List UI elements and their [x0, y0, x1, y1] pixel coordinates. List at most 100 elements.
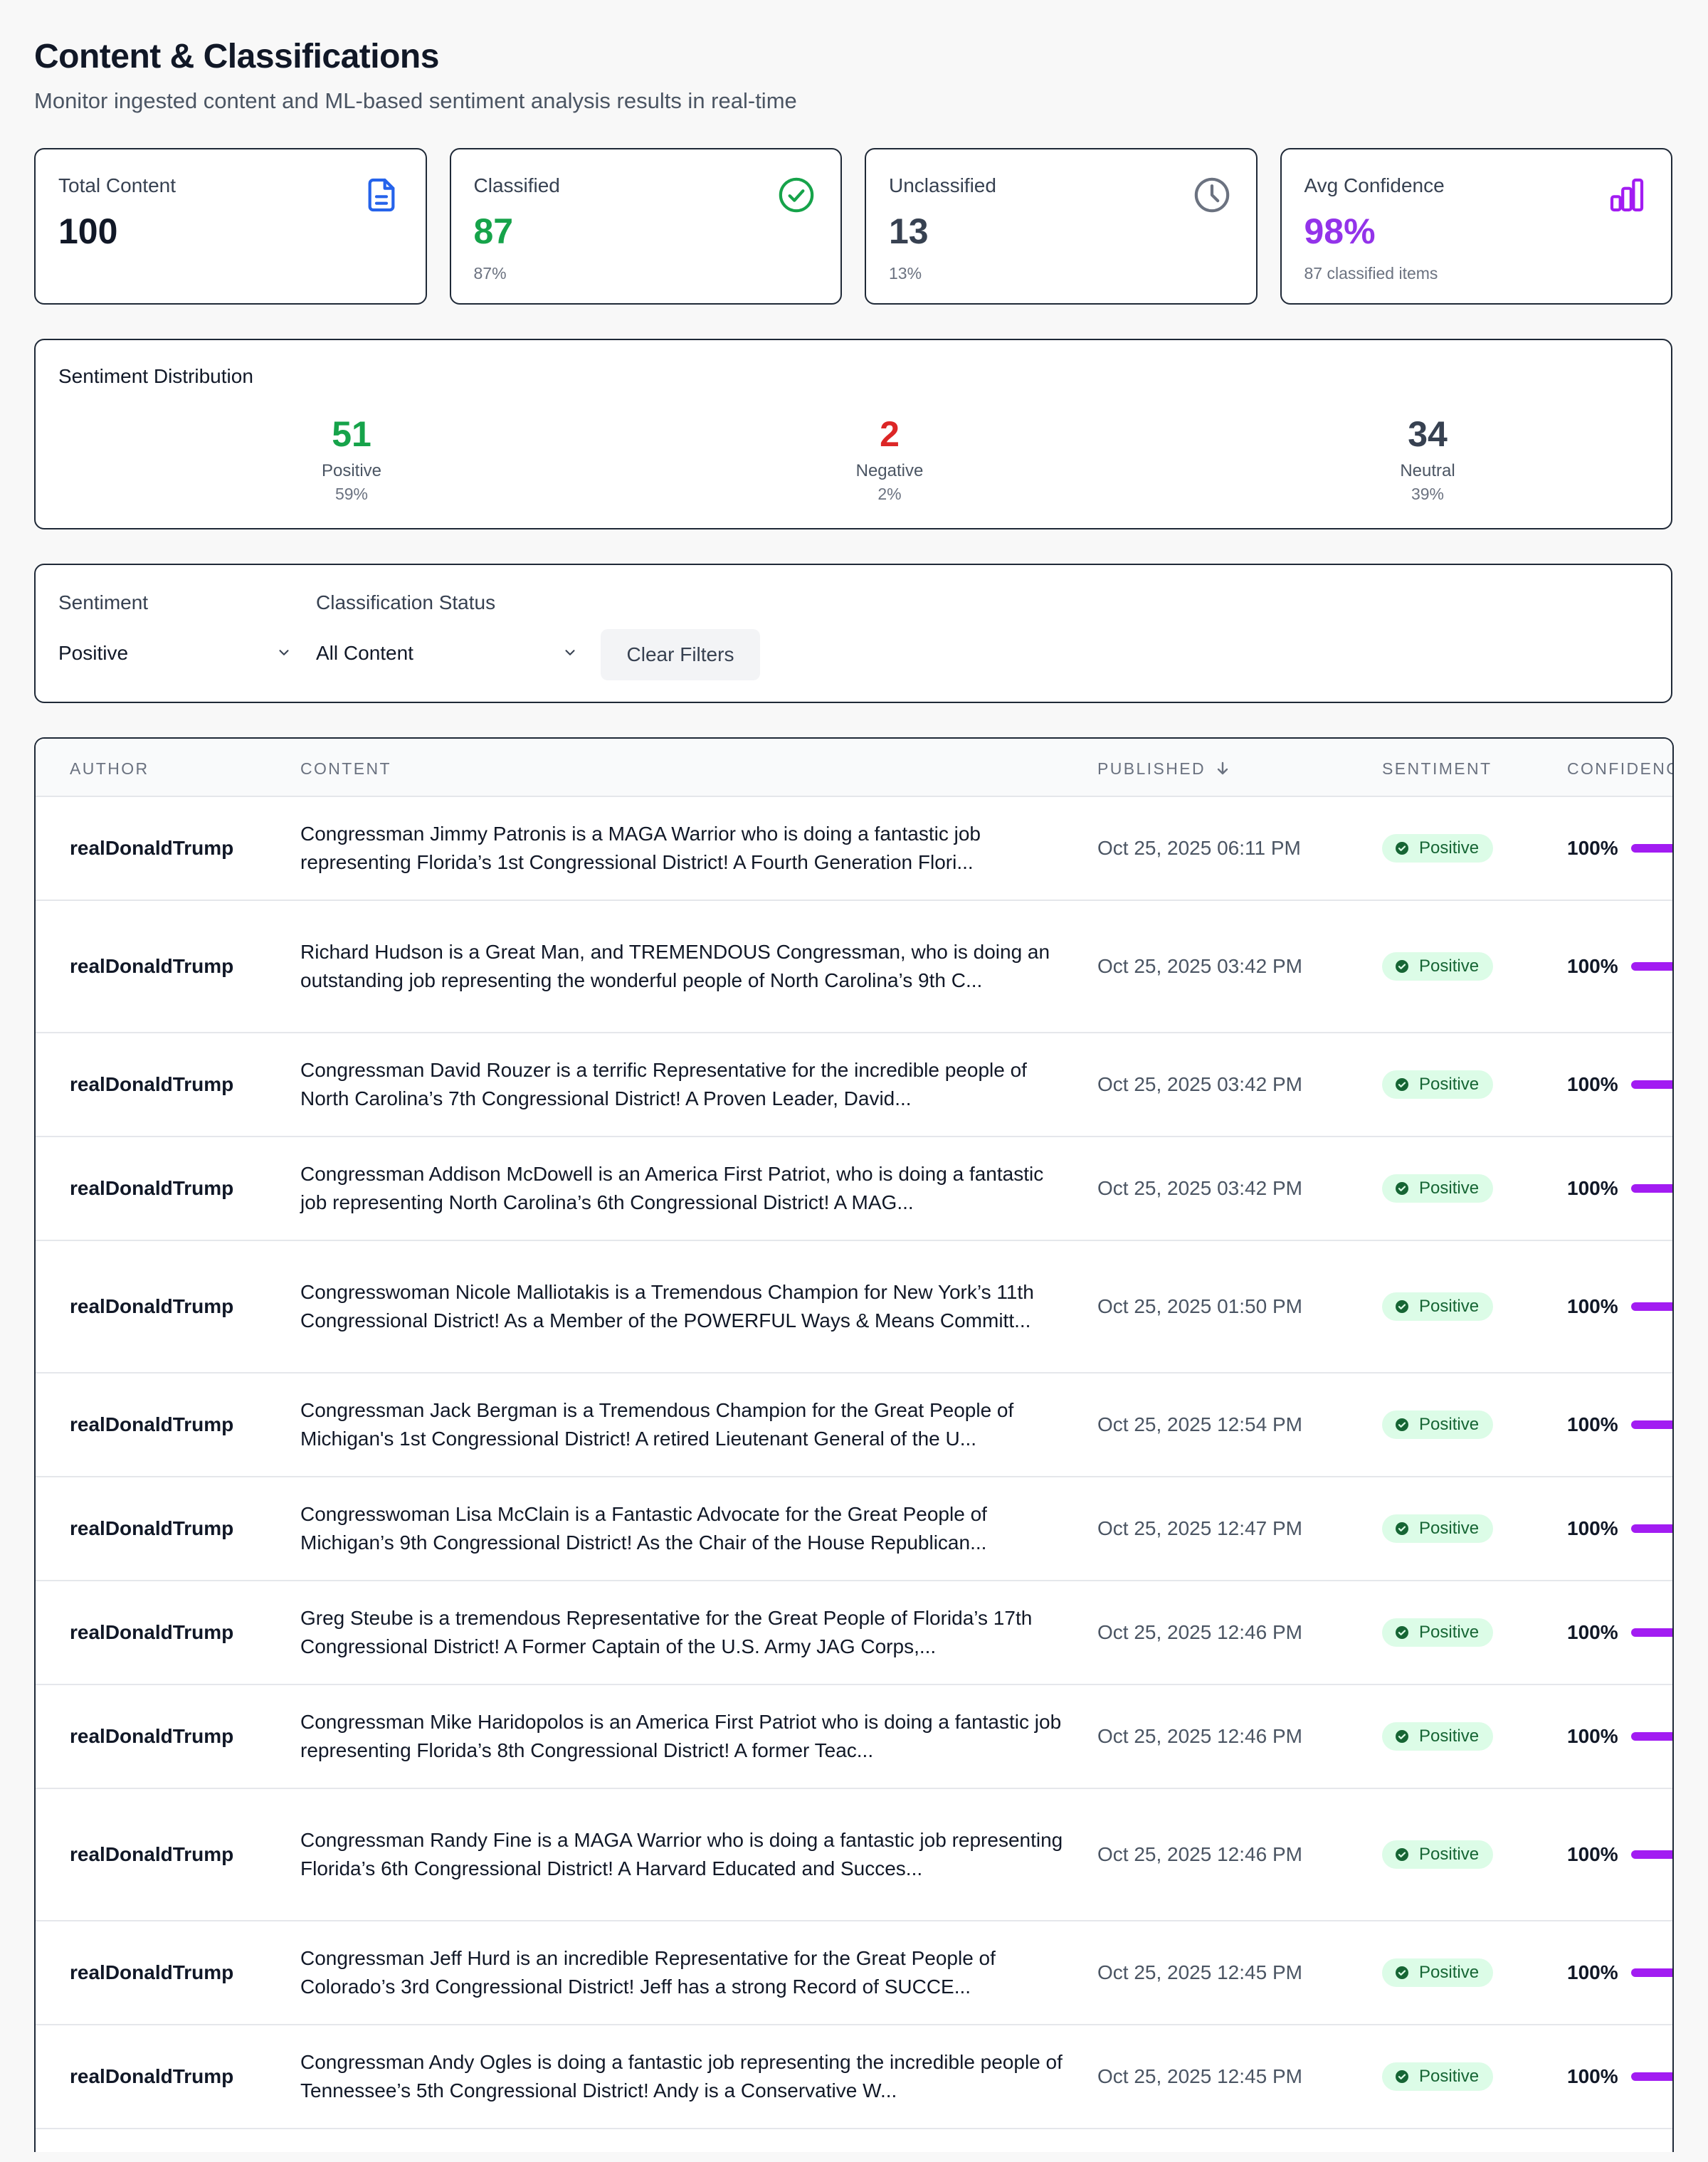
check-circle-icon — [1396, 960, 1408, 973]
sentiment-badge-label: Positive — [1419, 1075, 1480, 1094]
distribution-label: Neutral — [1400, 461, 1455, 480]
row-author: realDonaldTrump — [70, 1725, 234, 1747]
sentiment-badge-label: Positive — [1419, 956, 1480, 976]
chevron-down-icon — [279, 650, 289, 655]
sentiment-badge-label: Positive — [1419, 1297, 1480, 1316]
row-published: Oct 25, 2025 03:42 PM — [1097, 955, 1302, 977]
sentiment-select[interactable]: Positive — [36, 631, 292, 676]
row-content: Richard Hudson is a Great Man, and TREME… — [300, 941, 1050, 991]
column-header-confidence[interactable]: CONFIDENCE — [1567, 759, 1672, 779]
table-row[interactable]: realDonaldTrump Congresswoman Lisa McClai… — [36, 1477, 1672, 1581]
row-published: Oct 25, 2025 12:45 PM — [1097, 2065, 1302, 2087]
sentiment-badge-label: Positive — [1419, 2067, 1480, 2086]
row-published: Oct 25, 2025 12:46 PM — [1097, 1725, 1302, 1747]
stat-value: 87 — [473, 211, 514, 251]
sentiment-badge-label: Positive — [1419, 1845, 1480, 1864]
sentiment-badge: Positive — [1382, 952, 1494, 981]
check-circle-icon — [1396, 1078, 1408, 1091]
row-author: realDonaldTrump — [70, 1295, 234, 1317]
row-author: realDonaldTrump — [70, 1621, 234, 1643]
clock-icon — [1194, 177, 1229, 213]
row-author: realDonaldTrump — [70, 1073, 234, 1095]
distribution-pct: 59% — [334, 485, 369, 503]
clear-filters-button[interactable]: Clear Filters — [601, 629, 760, 680]
confidence-bar — [1631, 1080, 1672, 1089]
row-published: Oct 25, 2025 06:11 PM — [1097, 837, 1301, 859]
check-circle-icon — [1396, 1418, 1408, 1431]
stats-cards: Total Content 100 Classified 87 87% Uncl… — [34, 148, 1672, 305]
sentiment-badge: Positive — [1382, 1722, 1494, 1751]
sentiment-badge: Positive — [1382, 1070, 1494, 1099]
distribution-value: 51 — [332, 414, 371, 454]
classification-status-select[interactable]: All Content — [293, 631, 578, 676]
column-header-published[interactable]: PUBLISHED — [1097, 759, 1231, 779]
row-confidence: 100% — [1567, 1413, 1618, 1435]
column-header-content[interactable]: CONTENT — [300, 759, 391, 779]
table-row[interactable]: realDonaldTrump Congressman Jack Bergman … — [36, 1373, 1672, 1477]
table-row[interactable]: realDonaldTrump Congressman Andy Ogles is… — [36, 2025, 1672, 2129]
check-circle-icon — [1396, 1626, 1408, 1639]
row-author: realDonaldTrump — [70, 1961, 234, 1983]
table-row[interactable]: realDonaldTrump Congressman Randy Fine is… — [36, 1789, 1672, 1921]
stat-value: 100 — [58, 211, 118, 251]
row-content: Congresswoman Nicole Malliotakis is a Tr… — [300, 1281, 1034, 1332]
row-published: Oct 25, 2025 12:47 PM — [1097, 1517, 1302, 1539]
bar-chart-icon — [1610, 178, 1644, 212]
row-content: Congressman Andy Ogles is doing a fantas… — [300, 2051, 1063, 2102]
row-author: realDonaldTrump — [70, 955, 234, 977]
row-published: Oct 25, 2025 03:42 PM — [1097, 1073, 1302, 1095]
table-row[interactable]: realDonaldTrump Congressman Jeff Hurd is … — [36, 1921, 1672, 2025]
check-circle-icon — [1396, 1522, 1408, 1535]
row-confidence: 100% — [1567, 1073, 1618, 1095]
table-row[interactable]: realDonaldTrump Congresswoman Nicole Mall… — [36, 1241, 1672, 1373]
sentiment-badge: Positive — [1382, 1292, 1494, 1321]
column-header-author[interactable]: AUTHOR — [70, 759, 149, 779]
confidence-bar — [1631, 1420, 1672, 1429]
confidence-bar — [1631, 1302, 1672, 1311]
table-row[interactable]: realDonaldTrump Congressman Addison McDow… — [36, 1137, 1672, 1241]
sentiment-badge-label: Positive — [1419, 1963, 1480, 1982]
row-author: realDonaldTrump — [70, 2065, 234, 2087]
confidence-bar — [1631, 962, 1672, 971]
stat-card-total: Total Content 100 — [34, 148, 427, 305]
status-select-value: All Content — [316, 642, 413, 664]
row-confidence: 100% — [1567, 1843, 1618, 1865]
distribution-pct: 2% — [877, 485, 902, 503]
check-circle-icon — [1396, 1848, 1408, 1861]
column-header-sentiment[interactable]: SENTIMENT — [1382, 759, 1492, 779]
table-row[interactable]: realDonaldTrump Congressman Jimmy Patroni… — [36, 797, 1672, 901]
row-confidence: 100% — [1567, 1295, 1618, 1317]
table-header: AUTHOR CONTENT PUBLISHED SENTIMENT CONFI… — [36, 739, 1672, 797]
row-confidence: 100% — [1567, 1725, 1618, 1747]
stat-label: Avg Confidence — [1304, 174, 1445, 196]
sentiment-badge-label: Positive — [1419, 1178, 1480, 1198]
check-circle-icon — [1396, 842, 1408, 855]
sentiment-filter-label: Sentiment — [58, 591, 149, 613]
stat-sub: 13% — [889, 264, 922, 283]
row-author: realDonaldTrump — [70, 837, 234, 859]
row-published: Oct 25, 2025 12:54 PM — [1097, 1413, 1302, 1435]
confidence-bar — [1631, 1628, 1672, 1637]
row-published: Oct 25, 2025 12:46 PM — [1097, 1621, 1302, 1643]
content-table: AUTHOR CONTENT PUBLISHED SENTIMENT CONFI… — [34, 737, 1674, 2152]
row-author: realDonaldTrump — [70, 1177, 234, 1199]
table-row[interactable]: realDonaldTrump Richard Hudson is a Great… — [36, 901, 1672, 1033]
row-published: Oct 25, 2025 12:46 PM — [1097, 1843, 1302, 1865]
sentiment-badge-label: Positive — [1419, 1726, 1480, 1746]
row-confidence: 100% — [1567, 837, 1618, 859]
check-circle-icon — [779, 177, 814, 213]
row-content: Congressman Jeff Hurd is an incredible R… — [300, 1947, 996, 1998]
sentiment-badge: Positive — [1382, 834, 1494, 863]
table-row[interactable]: realDonaldTrump Congressman Mike Haridopo… — [36, 1685, 1672, 1789]
sentiment-distribution: Sentiment Distribution 51 Positive 59% 2… — [34, 339, 1672, 529]
table-row[interactable]: realDonaldTrump Greg Steube is a tremendo… — [36, 1581, 1672, 1685]
stat-card-classified: Classified 87 87% — [449, 148, 842, 305]
row-content: Greg Steube is a tremendous Representati… — [300, 1607, 1033, 1657]
row-content: Congresswoman Lisa McClain is a Fantasti… — [300, 1503, 987, 1554]
stat-value: 13 — [889, 211, 929, 251]
distribution-positive: 51 Positive 59% — [245, 414, 458, 504]
table-row[interactable]: realDonaldTrump Congressman David Rouzer … — [36, 1033, 1672, 1137]
sentiment-badge-label: Positive — [1419, 1415, 1480, 1434]
stat-sub: 87 classified items — [1304, 264, 1438, 283]
row-confidence: 100% — [1567, 2065, 1618, 2087]
